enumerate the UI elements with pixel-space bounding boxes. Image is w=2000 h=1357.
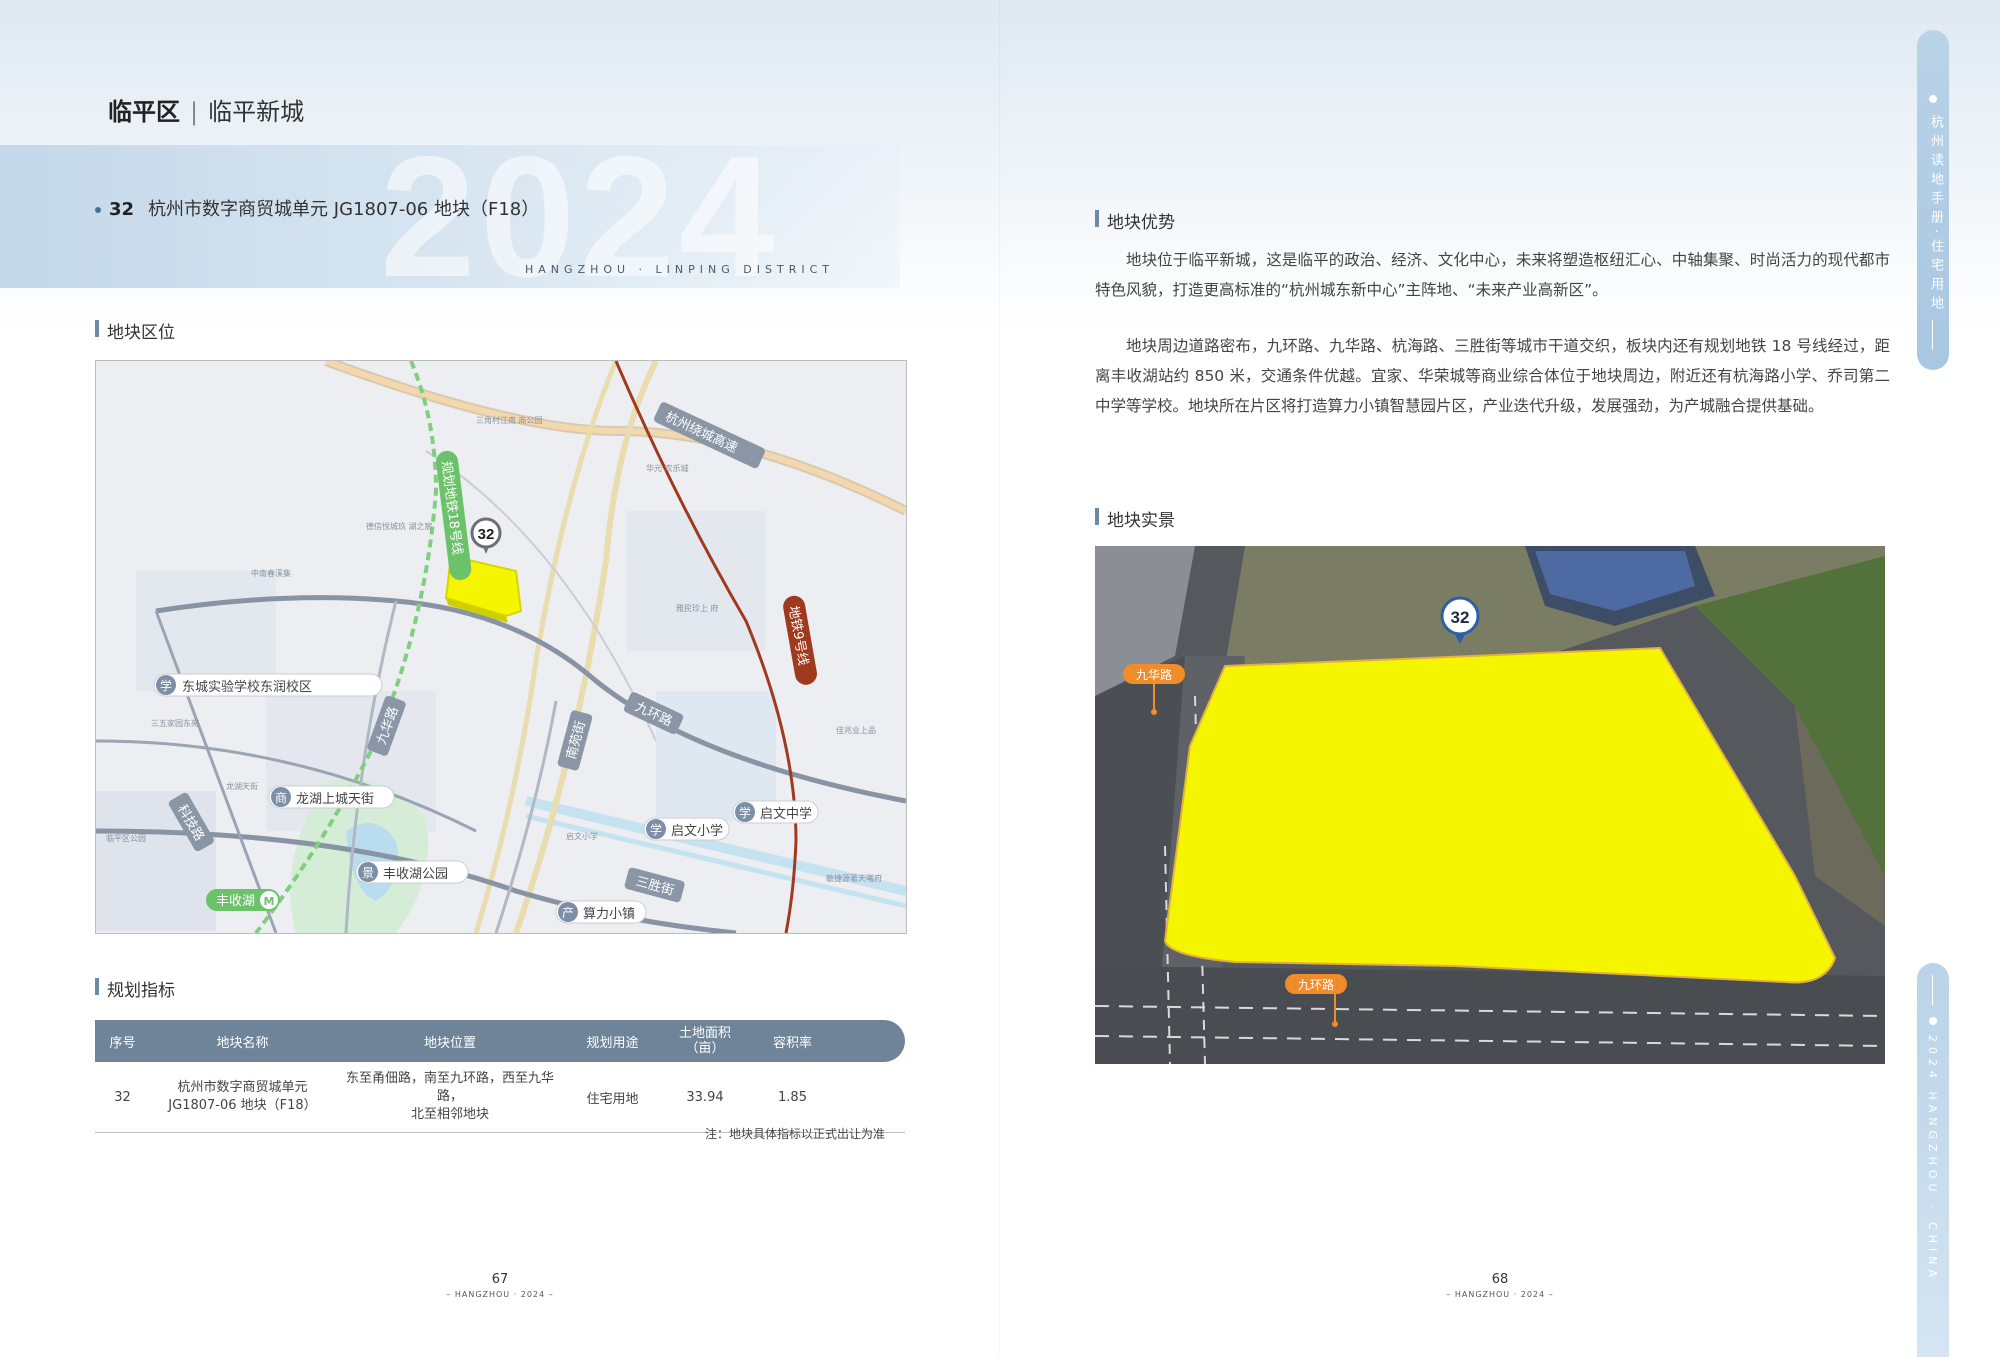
district-heading: 临平区 | 临平新城 xyxy=(108,92,304,127)
svg-text:中南春溪集: 中南春溪集 xyxy=(251,568,291,578)
svg-text:敏捷源著天曦府: 敏捷源著天曦府 xyxy=(826,873,882,883)
cell-far: 1.85 xyxy=(778,1089,807,1105)
poi-school-donghun: 学 东城实验学校东润校区 xyxy=(153,673,383,697)
poi-mall: 商 龙湖上城天街 xyxy=(268,785,395,809)
col-use: 规划用途 xyxy=(586,1035,639,1051)
svg-text:丰收湖: 丰收湖 xyxy=(216,894,255,909)
cell-name: 杭州市数字商贸城单元 JG1807-06 地块（F18） xyxy=(168,1080,317,1113)
cell-no: 32 xyxy=(114,1089,131,1105)
cell-use: 住宅用地 xyxy=(586,1091,639,1107)
table-row: 32 杭州市数字商贸城单元 JG1807-06 地块（F18） 东至甬佃路，南至… xyxy=(95,1062,905,1133)
svg-text:启文中学: 启文中学 xyxy=(760,806,812,822)
map-marker-number: 32 xyxy=(478,526,495,543)
table-header: 序号 地块名称 地块位置 规划用途 土地面积 （亩） 容积率 xyxy=(95,1020,905,1062)
svg-text:九华路: 九华路 xyxy=(1136,667,1172,682)
col-far: 容积率 xyxy=(772,1035,812,1051)
svg-text:佳兆业上品: 佳兆业上品 xyxy=(836,725,876,735)
svg-text:华元 欢乐城: 华元 欢乐城 xyxy=(646,463,689,473)
poi-qiwen-primary: 学 启文小学 xyxy=(643,817,730,841)
district-english: HANGZHOU · LINPING DISTRICT xyxy=(525,263,834,276)
section-indicators: 规划指标 xyxy=(95,976,175,1001)
district-separator: | xyxy=(190,98,199,126)
park-icon: 景 xyxy=(362,866,374,880)
cell-location: 东至甬佃路，南至九环路，西至九华路， 北至相邻地块 xyxy=(345,1071,554,1122)
col-no: 序号 xyxy=(109,1035,136,1051)
page-footer-right: – HANGZHOU · 2024 – xyxy=(1446,1290,1554,1299)
svg-text:德信悦城玖 湖之宸: 德信悦城玖 湖之宸 xyxy=(366,521,433,531)
col-area: 土地面积 （亩） xyxy=(678,1026,731,1056)
rail-divider xyxy=(1932,320,1933,350)
page-number-left: 67 xyxy=(491,1272,509,1287)
plot-title: 32 杭州市数字商贸城单元 JG1807-06 地块（F18） xyxy=(95,195,539,221)
subdistrict-name: 临平新城 xyxy=(208,98,305,126)
map-canvas: 32 规划地铁18号线 地铁9号线 杭州绕城高速 九环路 九华路 南苑街 三胜街 xyxy=(96,361,906,933)
poi-park: 景 丰收湖公园 xyxy=(355,860,469,884)
svg-text:三五家园东苑: 三五家园东苑 xyxy=(151,718,199,728)
rail-title: 杭州读地手册·住宅用地 xyxy=(1928,115,1943,316)
svg-text:学: 学 xyxy=(739,805,751,820)
svg-text:三角村江南 商公园: 三角村江南 商公园 xyxy=(476,415,543,425)
district-name: 临平区 xyxy=(108,98,180,126)
poi-qiwen-middle: 学 启文中学 xyxy=(732,800,819,824)
school-icon: 学 xyxy=(160,678,172,693)
svg-text:龙湖上城天街: 龙湖上城天街 xyxy=(296,792,374,807)
page-fold xyxy=(999,0,1001,1357)
svg-text:启文小学: 启文小学 xyxy=(566,831,598,841)
rail-divider-2 xyxy=(1932,975,1933,1005)
section-advantages: 地块优势 xyxy=(1095,208,1175,233)
svg-text:算力小镇: 算力小镇 xyxy=(583,907,635,922)
rail-dot-icon-2 xyxy=(1929,1017,1937,1025)
photo-marker-number: 32 xyxy=(1451,608,1470,627)
indicators-table: 序号 地块名称 地块位置 规划用途 土地面积 （亩） 容积率 32 杭州市数字商… xyxy=(95,1020,905,1133)
svg-text:启文小学: 启文小学 xyxy=(671,823,723,839)
svg-text:学: 学 xyxy=(650,822,662,837)
aerial-canvas: 32 九华路 九环路 xyxy=(1095,546,1885,1064)
svg-text:临平区公园: 临平区公园 xyxy=(106,833,146,843)
svg-text:东城实验学校东润校区: 东城实验学校东润校区 xyxy=(182,679,312,695)
svg-text:丰收湖公园: 丰收湖公园 xyxy=(383,867,448,882)
mall-icon: 商 xyxy=(275,790,287,805)
section-photo: 地块实景 xyxy=(1095,506,1175,531)
bullet-icon xyxy=(95,207,101,213)
plot-number: 32 xyxy=(109,199,135,220)
svg-text:龙湖天街: 龙湖天街 xyxy=(226,781,258,791)
industry-icon: 产 xyxy=(562,906,574,920)
page-footer-left: – HANGZHOU · 2024 – xyxy=(446,1290,554,1299)
col-name: 地块名称 xyxy=(216,1035,269,1051)
aerial-photo: 32 九华路 九环路 xyxy=(1095,546,1885,1064)
advantages-paragraph-1: 地块位于临平新城，这是临平的政治、经济、文化中心，未来将塑造枢纽汇心、中轴集聚、… xyxy=(1095,251,1890,299)
advantages-paragraph-2: 地块周边道路密布，九环路、九华路、杭海路、三胜街等城市干道交织，板块内还有规划地… xyxy=(1095,337,1890,415)
svg-text:九环路: 九环路 xyxy=(1298,977,1334,992)
svg-text:M: M xyxy=(264,895,275,908)
svg-text:雅民珍上 府: 雅民珍上 府 xyxy=(676,603,719,613)
plot-name: 杭州市数字商贸城单元 JG1807-06 地块（F18） xyxy=(148,199,540,220)
poi-station: 丰收湖 M xyxy=(206,889,280,911)
section-location: 地块区位 xyxy=(95,318,175,343)
table-note: 注：地块具体指标以正式出让为准 xyxy=(705,1127,886,1141)
poi-suanli: 产 算力小镇 xyxy=(555,900,647,924)
page-number-right: 68 xyxy=(1491,1272,1509,1287)
rail-subtitle: 2024 HANGZHOU · CHINA xyxy=(1926,1035,1939,1282)
col-location: 地块位置 xyxy=(423,1035,476,1051)
rail-dot-icon xyxy=(1929,95,1937,103)
cell-area: 33.94 xyxy=(686,1089,724,1105)
location-map: 32 规划地铁18号线 地铁9号线 杭州绕城高速 九环路 九华路 南苑街 三胜街 xyxy=(95,360,907,934)
